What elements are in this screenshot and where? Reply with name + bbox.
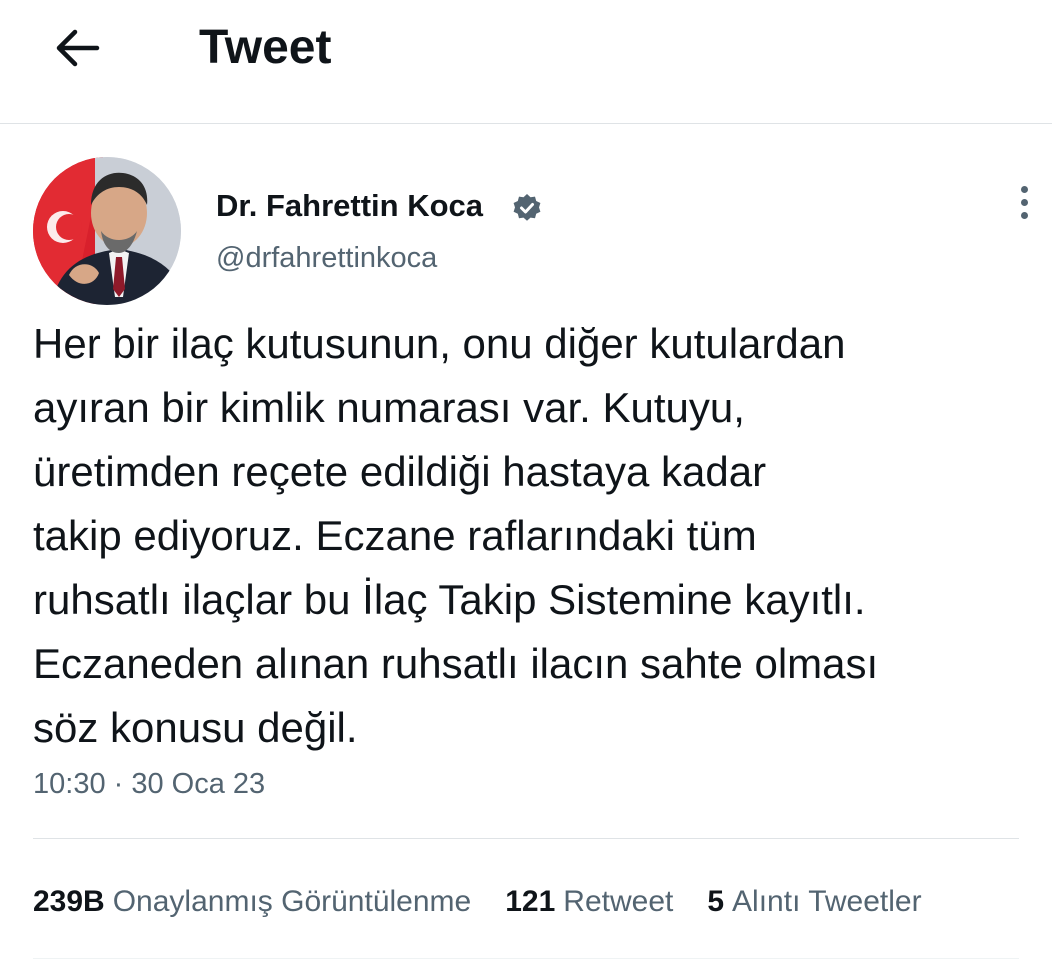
divider (33, 838, 1019, 839)
author-name[interactable]: Dr. Fahrettin Koca (216, 186, 483, 226)
divider-bottom (33, 958, 1019, 959)
stat-quotes[interactable]: 5 Alıntı Tweetler (707, 885, 921, 919)
more-options-button[interactable] (1006, 180, 1042, 224)
more-vertical-icon-dot (1020, 185, 1028, 193)
page-title: Tweet (199, 21, 332, 74)
back-button[interactable] (40, 18, 114, 78)
stat-retweets-count: 121 (505, 885, 556, 918)
more-vertical-icon-dot (1020, 198, 1028, 206)
stat-quotes-count: 5 (707, 885, 725, 918)
more-vertical-icon-dot (1020, 211, 1028, 219)
stat-retweets-label: Retweet (563, 885, 674, 918)
stat-views-label: Onaylanmış Görüntülenme (112, 885, 472, 918)
author-handle[interactable]: @drfahrettinkoca (216, 238, 437, 278)
tweet-text: Her bir ilaç kutusunun, onu diğer kutula… (33, 320, 879, 751)
stat-views[interactable]: 239B Onaylanmış Görüntülenme (33, 885, 471, 919)
verified-badge-icon (513, 194, 541, 221)
stat-quotes-label: Alıntı Tweetler (732, 885, 922, 918)
tweet-stats: 239B Onaylanmış Görüntülenme 121 Retweet… (33, 880, 922, 924)
avatar[interactable] (33, 157, 181, 305)
stat-views-count: 239B (33, 885, 105, 918)
arrow-left-icon (56, 29, 100, 67)
avatar-photo (33, 157, 181, 305)
stat-retweets[interactable]: 121 Retweet (505, 885, 673, 919)
tweet-timestamp[interactable]: 10:30 · 30 Oca 23 (33, 764, 265, 804)
top-bar: Tweet (0, 0, 1052, 124)
